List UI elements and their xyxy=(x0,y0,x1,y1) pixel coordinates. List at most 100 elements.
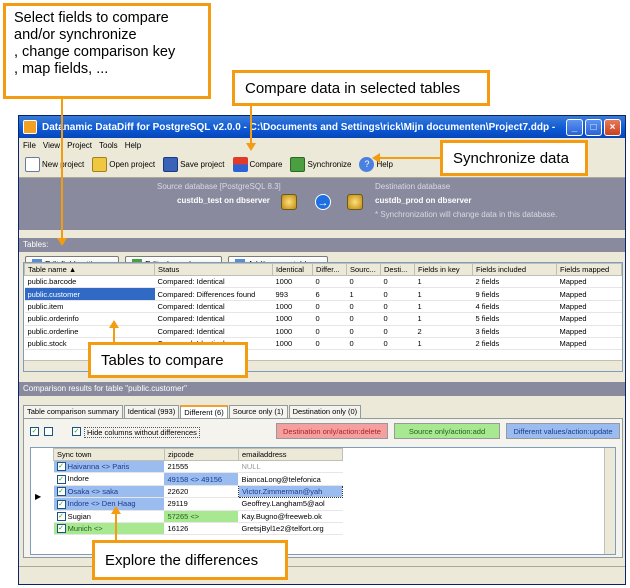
table-row[interactable]: public.barcode Compared: Identical 1000 0 0 0… xyxy=(24,275,622,289)
tab-different[interactable]: Different (6) xyxy=(180,405,228,418)
col-fields-mapped[interactable]: Fields mapped xyxy=(556,263,622,276)
menu-tools[interactable]: Tools xyxy=(99,141,118,150)
tab-summary[interactable]: Table comparison summary xyxy=(23,405,123,418)
callout-select-fields-line4: , map fields, ... xyxy=(14,61,109,77)
col-identical[interactable]: Identical xyxy=(272,263,313,276)
connector-tables xyxy=(113,326,115,342)
synchronize-label: Synchronize xyxy=(307,160,352,169)
tab-identical[interactable]: Identical (993) xyxy=(123,405,180,418)
col-source-only[interactable]: Sourc... xyxy=(346,263,381,276)
diff-row[interactable]: ✓ Haivanna <> Paris 21555 NULL xyxy=(53,460,343,474)
uncheck-all-checkbox[interactable] xyxy=(44,427,53,436)
current-row-indicator-icon: ▶ xyxy=(35,492,42,501)
destination-db-label: Destination database xyxy=(375,182,451,191)
row-sync-checkbox[interactable]: ✓ xyxy=(56,487,66,497)
title-bar: Datanamic DataDiff for PostgreSQL v2.0.0… xyxy=(19,116,625,138)
hide-columns-label: Hide columns without differences xyxy=(84,427,200,438)
new-project-label: New project xyxy=(42,160,85,169)
open-project-button[interactable]: Open project xyxy=(92,157,155,172)
save-project-label: Save project xyxy=(180,160,225,169)
results-section-header: Comparison results for table "public.cus… xyxy=(19,382,625,396)
connector-synchronize xyxy=(380,157,440,159)
source-db-value: custdb_test on dbserver xyxy=(177,196,270,205)
diff-header-row: Sync town zipcode emailaddress xyxy=(53,448,344,461)
tab-source-only[interactable]: Source only (1) xyxy=(228,405,288,418)
diff-row[interactable]: ✓ Sugian 57265 <> Kay.Bugno@freeweb.ok xyxy=(53,510,343,523)
open-project-label: Open project xyxy=(109,160,156,169)
connector-compare xyxy=(250,106,252,144)
diff-row[interactable]: ✓ Munich <> 16126 GretsjByl1e2@telfort.org xyxy=(53,522,343,536)
compare-arrows-icon xyxy=(232,157,248,172)
col-table-name[interactable]: Table name ▲ xyxy=(24,263,155,276)
arrowhead-compare xyxy=(246,143,256,151)
row-sync-checkbox[interactable]: ✓ xyxy=(56,499,66,509)
window-title: Datanamic DataDiff for PostgreSQL v2.0.0… xyxy=(42,121,556,133)
callout-compare-data: Compare data in selected tables xyxy=(232,70,490,106)
legend-delete: Destination only/action:delete xyxy=(276,423,388,439)
callout-select-fields-line1: Select fields to compare xyxy=(14,10,169,26)
col-emailaddress[interactable]: emailaddress xyxy=(237,448,344,461)
diff-vertical-scrollbar[interactable] xyxy=(604,448,615,554)
col-zipcode[interactable]: zipcode xyxy=(163,448,239,461)
connector-explore xyxy=(115,512,117,540)
col-fields-included[interactable]: Fields included xyxy=(472,263,557,276)
row-sync-checkbox[interactable]: ✓ xyxy=(56,474,66,484)
save-project-button[interactable]: Save project xyxy=(163,157,225,172)
destination-note: * Synchronization will change data in th… xyxy=(375,210,558,219)
tables-section-header: Tables: xyxy=(19,238,625,252)
compare-button[interactable]: Compare xyxy=(232,157,283,172)
col-status[interactable]: Status xyxy=(154,263,273,276)
col-different[interactable]: Differ... xyxy=(312,263,347,276)
new-project-button[interactable]: New project xyxy=(25,157,84,172)
hide-columns-checkbox[interactable]: ✓ xyxy=(72,427,81,436)
callout-tables-to-compare: Tables to compare xyxy=(88,342,248,378)
tables-header-row: Table name ▲ Status Identical Differ... … xyxy=(24,263,622,276)
row-sync-checkbox[interactable]: ✓ xyxy=(56,462,66,472)
check-all-checkbox[interactable]: ✓ xyxy=(30,427,39,436)
callout-select-fields-line2: and/or synchronize xyxy=(14,27,137,43)
direction-arrow-icon: → xyxy=(315,194,331,210)
menu-view[interactable]: View xyxy=(43,141,60,150)
diff-table: Sync town zipcode emailaddress ✓ Haivann… xyxy=(53,448,344,536)
synchronize-icon xyxy=(290,157,306,172)
results-panel: ✓ ✓ Hide columns without differences Des… xyxy=(23,418,623,558)
new-document-icon xyxy=(25,157,40,172)
table-row[interactable]: public.item Compared: Identical 1000 0 0 0 1 4 … xyxy=(24,300,622,314)
callout-select-fields-line3: , change comparison key xyxy=(14,44,176,60)
callout-synchronize-data: Synchronize data xyxy=(440,140,588,176)
col-fields-in-key[interactable]: Fields in key xyxy=(414,263,473,276)
diff-row-current[interactable]: ✓ Osaka <> saka 22620 Victor.Zimmerman@yah xyxy=(53,484,344,499)
diff-row[interactable]: ✓ Indore <> Den Haag 29119 Geoffrey.Langha… xyxy=(53,497,343,511)
menu-project[interactable]: Project xyxy=(67,141,92,150)
app-icon xyxy=(23,120,37,134)
arrowhead-select-fields xyxy=(57,238,67,246)
arrowhead-synchronize xyxy=(372,153,380,163)
destination-database-icon[interactable] xyxy=(347,194,363,210)
floppy-disk-icon xyxy=(163,157,179,172)
maximize-button[interactable]: □ xyxy=(585,118,602,136)
callout-explore-differences: Explore the differences xyxy=(92,540,288,580)
arrowhead-explore xyxy=(111,506,121,514)
connector-select-fields xyxy=(61,99,63,239)
legend-add: Source only/action:add xyxy=(394,423,500,439)
source-db-label: Source database [PostgreSQL 8.3] xyxy=(157,182,281,191)
menu-help[interactable]: Help xyxy=(125,141,141,150)
diff-row[interactable]: ✓ Indore 49158 <> 49156 BiancaLong@telefon… xyxy=(53,472,343,486)
source-database-icon[interactable] xyxy=(281,194,297,210)
menu-file[interactable]: File xyxy=(23,141,36,150)
destination-db-value: custdb_prod on dbserver xyxy=(375,196,472,205)
legend-update: Different values/action:update xyxy=(506,423,620,439)
col-destination-only[interactable]: Desti... xyxy=(380,263,415,276)
compare-label: Compare xyxy=(249,160,283,169)
synchronize-button[interactable]: Synchronize xyxy=(290,157,351,172)
minimize-button[interactable]: _ xyxy=(566,118,583,136)
close-button[interactable]: × xyxy=(604,118,621,136)
result-tabs: Table comparison summary Identical (993)… xyxy=(23,405,362,418)
tab-destination-only[interactable]: Destination only (0) xyxy=(288,405,362,418)
table-row-selected[interactable]: public.customer Compared: Differences fou… xyxy=(24,287,622,301)
row-sync-checkbox[interactable]: ✓ xyxy=(56,512,66,522)
diff-grid: Sync town zipcode emailaddress ✓ Haivann… xyxy=(30,447,616,555)
row-sync-checkbox[interactable]: ✓ xyxy=(56,524,66,534)
col-sync-town[interactable]: Sync town xyxy=(53,448,165,461)
